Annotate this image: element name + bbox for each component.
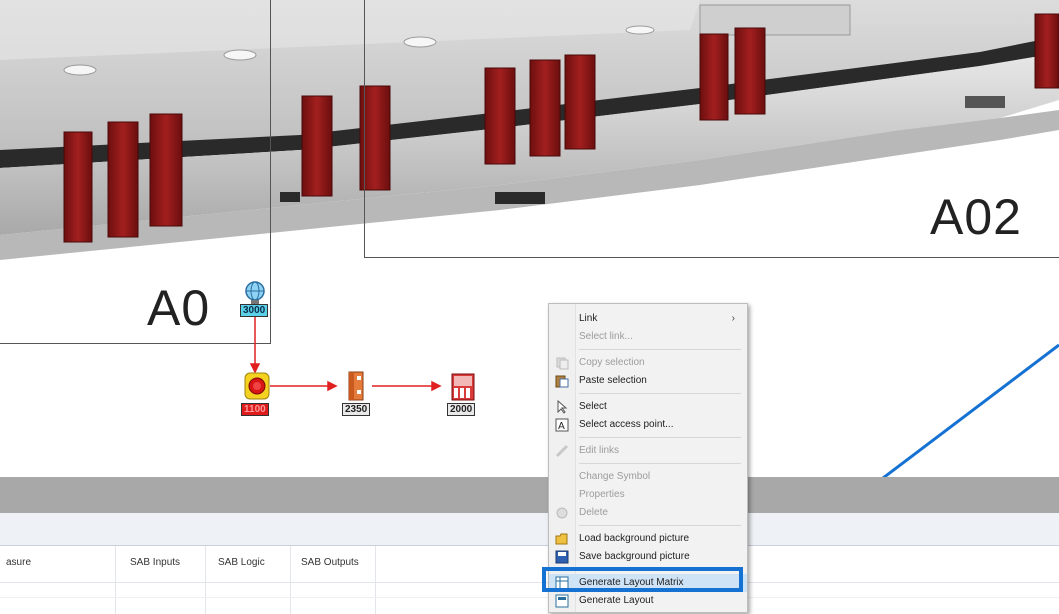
layout-icon bbox=[555, 594, 569, 608]
menu-item-select[interactable]: Select bbox=[549, 398, 747, 416]
column-header-measure[interactable]: asure bbox=[6, 557, 31, 568]
folder-open-icon bbox=[555, 532, 569, 546]
column-header-sab-outputs[interactable]: SAB Outputs bbox=[301, 557, 359, 568]
menu-item-link[interactable]: Link › bbox=[549, 310, 747, 328]
edit-links-icon bbox=[555, 444, 569, 458]
menu-item-edit-links[interactable]: Edit links bbox=[549, 442, 747, 460]
panel-title-bar bbox=[0, 477, 1059, 513]
access-point-icon: A bbox=[555, 418, 569, 432]
menu-item-properties[interactable]: Properties bbox=[549, 486, 747, 504]
menu-item-change-symbol[interactable]: Change Symbol bbox=[549, 468, 747, 486]
menu-item-generate-layout[interactable]: Generate Layout bbox=[549, 592, 747, 610]
menu-item-load-background[interactable]: Load background picture bbox=[549, 530, 747, 548]
menu-item-paste-selection[interactable]: Paste selection bbox=[549, 372, 747, 390]
save-icon bbox=[555, 550, 569, 564]
chevron-right-icon: › bbox=[731, 313, 735, 324]
menu-item-copy-selection[interactable]: Copy selection bbox=[549, 354, 747, 372]
select-cursor-icon bbox=[555, 399, 569, 414]
column-header-sab-inputs[interactable]: SAB Inputs bbox=[130, 557, 180, 568]
delete-icon bbox=[555, 506, 569, 520]
menu-item-select-link[interactable]: Select link... bbox=[549, 328, 747, 346]
paste-icon bbox=[555, 374, 569, 388]
panel-toolbar bbox=[0, 513, 1059, 546]
copy-icon bbox=[555, 356, 569, 370]
menu-item-save-background[interactable]: Save background picture bbox=[549, 548, 747, 566]
column-header-sab-logic[interactable]: SAB Logic bbox=[218, 557, 265, 568]
menu-item-select-access-point[interactable]: A Select access point... bbox=[549, 416, 747, 434]
menu-item-delete[interactable]: Delete bbox=[549, 504, 747, 522]
svg-text:A: A bbox=[558, 421, 565, 432]
highlight-box bbox=[542, 567, 743, 592]
